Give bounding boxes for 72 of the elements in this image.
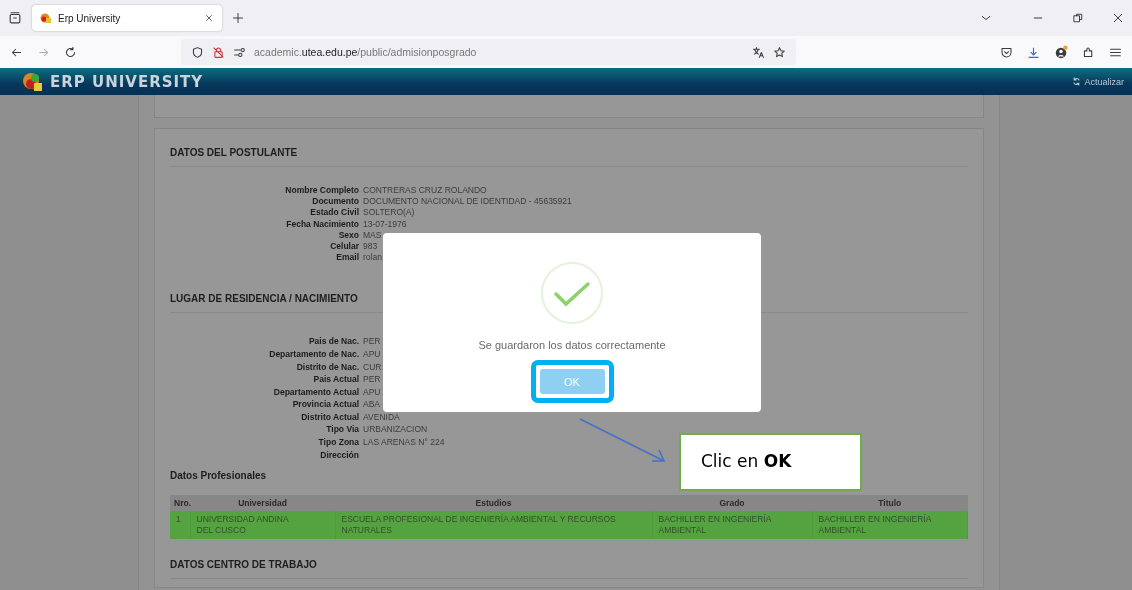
section-title: DATOS CENTRO DE TRABAJO — [170, 559, 968, 580]
callout-box: Clic en OK — [679, 433, 862, 491]
tab-overview-icon[interactable] — [8, 11, 22, 25]
dialog-message: Se guardaron los datos correctamente — [478, 339, 666, 351]
field-value: ABA — [363, 398, 381, 411]
close-tab-icon[interactable] — [204, 13, 214, 23]
pocket-icon[interactable] — [1000, 45, 1013, 59]
column-header: Grado — [652, 495, 812, 512]
field-label: Pais Actual — [312, 373, 359, 386]
lock-slash-icon[interactable] — [212, 45, 225, 59]
field-label: Estado Civil — [309, 207, 359, 219]
field-value: CONTRERAS CRUZ ROLANDO — [363, 185, 488, 197]
table-cell: 1 — [170, 511, 190, 540]
field-value: 983 — [363, 240, 379, 253]
field-value: APU — [363, 385, 382, 399]
column-header: Titulo — [812, 495, 968, 512]
field-label: Distrito de Nac. — [295, 360, 359, 374]
column-header: Nro. — [170, 495, 190, 512]
section-title: DATOS DEL POSTULANTE — [170, 147, 968, 167]
restore-icon[interactable] — [1072, 12, 1084, 24]
download-icon[interactable] — [1027, 45, 1040, 59]
field-value: AVENIDA — [363, 410, 401, 424]
column-header: Estudios — [335, 495, 652, 512]
permissions-icon[interactable] — [233, 45, 246, 59]
success-check-icon — [540, 261, 604, 325]
field-label: Distrito Actual — [300, 410, 359, 424]
field-value: URBANIZACION — [363, 423, 429, 437]
address-bar[interactable]: academic.utea.edu.pe/public/admisionposgrado — [181, 39, 796, 65]
field-label: Provincia Actual — [291, 398, 359, 411]
section-title: Datos Profesionales — [170, 470, 267, 482]
table-cell: UNIVERSIDAD ANDINA DEL CUSCO — [190, 511, 335, 540]
table-cell: BACHILLER EN INGENIERÍA AMBIENTAL — [812, 511, 968, 540]
field-value: PER — [363, 335, 382, 348]
field-label: Departamento de Nac. — [268, 347, 359, 361]
logo-text: ERP UNIVERSITY — [50, 72, 204, 91]
field-label: Pais de Nac. — [307, 335, 359, 348]
shield-icon[interactable] — [191, 45, 204, 59]
field-label: Dirección — [319, 448, 359, 462]
field-label: Fecha Nacimiento — [285, 218, 359, 230]
extensions-icon[interactable] — [1082, 45, 1095, 59]
field-value: LAS ARENAS N° 224 — [363, 436, 445, 449]
logo-icon — [22, 71, 44, 92]
column-header: Universidad — [190, 495, 335, 512]
table-cell: ESCUELA PROFESIONAL DE INGENIERÍA AMBIENTAL Y RECURSOS NATURALES — [335, 511, 652, 540]
new-tab-icon[interactable] — [232, 12, 244, 24]
field-label: Tipo Via — [325, 423, 359, 437]
site-favicon-icon — [40, 12, 52, 24]
field-value: PER — [363, 373, 382, 386]
field-label: Email — [335, 252, 359, 264]
field-label: Documento — [311, 196, 359, 208]
field-value: DOCUMENTO NACIONAL DE IDENTIDAD - 45635921 — [363, 196, 572, 208]
star-icon[interactable] — [773, 45, 786, 59]
field-value: MAS — [363, 229, 383, 241]
url-text[interactable]: academic.utea.edu.pe/public/admisionposgrado — [254, 46, 744, 58]
field-value: rolan — [363, 252, 383, 264]
field-value: 13-07-1976 — [363, 218, 408, 230]
table-cell: BACHILLER EN INGENIERÍA AMBIENTAL — [652, 511, 812, 540]
translate-icon[interactable] — [752, 45, 765, 59]
field-label: Tipo Zona — [317, 436, 359, 449]
field-value: SOLTERO(A) — [363, 207, 416, 219]
browser-tab[interactable]: Erp University — [32, 5, 222, 31]
field-label: Nombre Completo — [284, 185, 359, 197]
field-value: CUR — [363, 360, 383, 374]
field-value: APU — [363, 347, 382, 361]
refresh-button[interactable]: Actualizar — [1072, 76, 1124, 87]
refresh-icon — [1072, 77, 1082, 86]
field-label: Celular — [329, 240, 359, 253]
field-label: Departamento Actual — [272, 385, 359, 399]
reload-icon[interactable] — [64, 45, 77, 59]
field-label: Sexo — [337, 229, 359, 241]
close-window-icon[interactable] — [1112, 12, 1124, 24]
account-icon[interactable] — [1054, 45, 1068, 59]
